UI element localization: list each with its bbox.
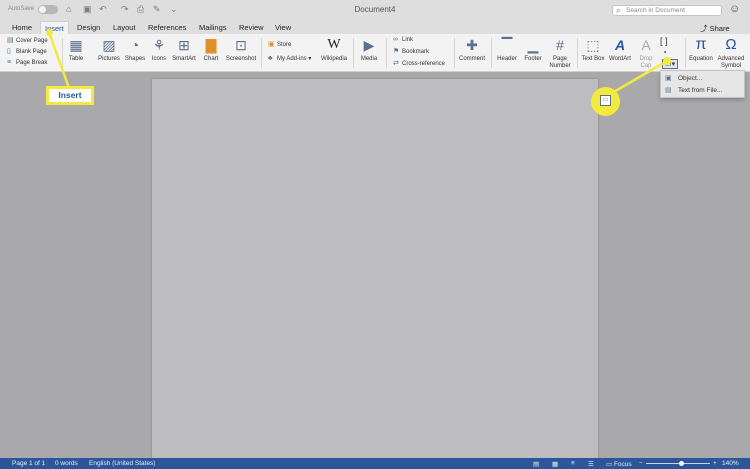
word-count: 0 words (55, 460, 78, 467)
annotation-line-object (611, 59, 668, 95)
annotation-lines (47, 31, 668, 95)
language[interactable]: English (United States) (89, 460, 155, 467)
focus-button[interactable]: ▭ Focus (606, 460, 632, 468)
draft-icon[interactable]: ☰ (588, 460, 594, 468)
focus-label: Focus (613, 461, 632, 468)
page-count: Page 1 of 1 (12, 460, 46, 467)
print-layout-icon[interactable]: ▤ (533, 460, 539, 468)
zoom-in-icon[interactable]: + (713, 460, 717, 467)
zoom-out-icon[interactable]: − (639, 460, 643, 467)
web-layout-icon[interactable]: ▦ (552, 460, 558, 468)
annotation-label: Insert (46, 86, 94, 105)
annotation-dot-insert (46, 29, 53, 36)
focus-icon: ▭ (606, 461, 614, 468)
annotation-line-insert (47, 31, 71, 89)
annotation-callout-circle: ▭ (591, 87, 620, 116)
outline-icon[interactable]: ≡ (571, 460, 575, 467)
object-icon-magnified: ▭ (600, 95, 611, 106)
status-bar: Page 1 of 1 0 words English (United Stat… (0, 458, 750, 469)
zoom-slider-knob[interactable] (678, 461, 684, 466)
zoom-level[interactable]: 140% (722, 460, 739, 467)
annotation-dot-object (663, 57, 671, 65)
